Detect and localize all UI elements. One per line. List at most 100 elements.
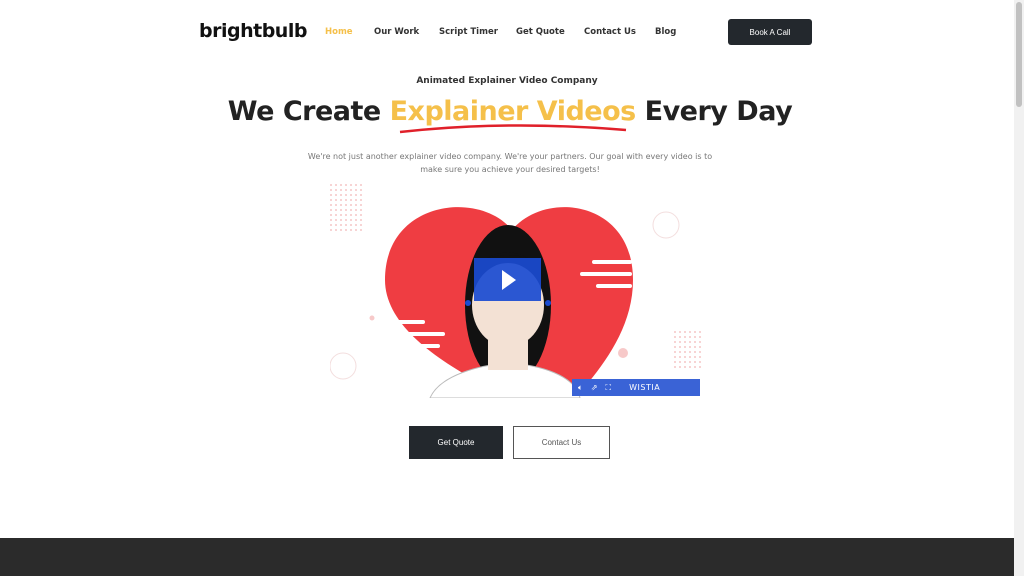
- fullscreen-icon[interactable]: ⛶: [606, 383, 612, 393]
- pattern-dot: [689, 356, 691, 358]
- pattern-dot: [330, 229, 332, 231]
- pattern-dot: [340, 209, 342, 211]
- pattern-dot: [335, 204, 337, 206]
- footer-section: [0, 538, 1014, 576]
- pattern-dot: [679, 346, 681, 348]
- nav-script-timer[interactable]: Script Timer: [439, 27, 498, 37]
- pattern-dot: [684, 346, 686, 348]
- pattern-dot: [345, 229, 347, 231]
- pattern-dot: [684, 366, 686, 368]
- pattern-dot: [679, 361, 681, 363]
- pattern-dot: [689, 341, 691, 343]
- pattern-dot: [340, 199, 342, 201]
- pattern-dot: [330, 184, 332, 186]
- pattern-dot: [699, 356, 701, 358]
- pattern-dot: [674, 346, 676, 348]
- pattern-dot: [684, 356, 686, 358]
- wistia-logo[interactable]: WISTIA: [629, 383, 660, 392]
- nav-contact-us[interactable]: Contact Us: [584, 27, 636, 37]
- pattern-dot: [345, 209, 347, 211]
- nav-our-work[interactable]: Our Work: [374, 27, 419, 37]
- pattern-dot: [355, 214, 357, 216]
- pattern-dot: [360, 204, 362, 206]
- pattern-dot: [694, 356, 696, 358]
- pattern-dot: [694, 346, 696, 348]
- pattern-dot: [674, 331, 676, 333]
- pattern-dot: [684, 361, 686, 363]
- pattern-dot: [689, 336, 691, 338]
- pattern-dot: [350, 219, 352, 221]
- pattern-dot: [674, 336, 676, 338]
- pattern-dot: [355, 224, 357, 226]
- pattern-dot: [345, 189, 347, 191]
- pattern-dot: [684, 351, 686, 353]
- pattern-dot: [684, 336, 686, 338]
- pattern-dot: [350, 194, 352, 196]
- pattern-dot: [694, 341, 696, 343]
- pattern-dot: [335, 209, 337, 211]
- nav-blog[interactable]: Blog: [655, 27, 676, 37]
- pattern-dot: [340, 184, 342, 186]
- scrollbar-thumb[interactable]: [1016, 2, 1022, 107]
- pattern-dot: [360, 214, 362, 216]
- title-pre: We Create: [227, 96, 390, 127]
- pattern-dot: [340, 189, 342, 191]
- pattern-dot: [330, 189, 332, 191]
- video-player[interactable]: [330, 180, 710, 398]
- pattern-dot: [674, 366, 676, 368]
- pattern-dot: [335, 219, 337, 221]
- pattern-dot: [360, 229, 362, 231]
- pattern-dot: [679, 351, 681, 353]
- pattern-dot: [345, 219, 347, 221]
- pattern-dot: [674, 351, 676, 353]
- hero-subtitle: We're not just another explainer video c…: [307, 152, 713, 174]
- pattern-dot: [360, 189, 362, 191]
- pattern-dot: [350, 199, 352, 201]
- pattern-dot: [674, 341, 676, 343]
- get-quote-button[interactable]: Get Quote: [409, 426, 503, 459]
- pattern-dot: [689, 331, 691, 333]
- book-a-call-button[interactable]: Book A Call: [728, 19, 812, 45]
- pattern-dot: [340, 224, 342, 226]
- nav-home[interactable]: Home: [325, 27, 353, 37]
- scrollbar[interactable]: [1014, 0, 1024, 576]
- share-icon[interactable]: ⇗: [591, 383, 598, 392]
- logo[interactable]: brightbulb: [199, 20, 307, 42]
- pattern-dot: [345, 194, 347, 196]
- pattern-dot: [355, 199, 357, 201]
- pattern-dot: [674, 361, 676, 363]
- pattern-dot: [350, 184, 352, 186]
- pattern-dot: [689, 366, 691, 368]
- pattern-dot: [355, 229, 357, 231]
- pattern-dot: [694, 361, 696, 363]
- pattern-dot: [355, 189, 357, 191]
- pattern-dot: [340, 219, 342, 221]
- pattern-dot: [699, 336, 701, 338]
- pattern-dot: [684, 331, 686, 333]
- pattern-dot: [345, 204, 347, 206]
- pattern-dot: [340, 229, 342, 231]
- pattern-dot: [699, 366, 701, 368]
- pattern-dot: [330, 204, 332, 206]
- pattern-dot: [330, 209, 332, 211]
- pattern-dot: [330, 224, 332, 226]
- title-post: Every Day: [635, 96, 793, 127]
- pattern-dot: [679, 336, 681, 338]
- pattern-dot: [330, 199, 332, 201]
- nav-get-quote[interactable]: Get Quote: [516, 27, 565, 37]
- pattern-dot: [355, 209, 357, 211]
- pattern-dot: [684, 341, 686, 343]
- underline-swash: [399, 124, 627, 134]
- volume-icon[interactable]: 🔈︎: [578, 383, 583, 393]
- pattern-dot: [694, 331, 696, 333]
- pattern-dot: [345, 184, 347, 186]
- pattern-dot: [674, 356, 676, 358]
- pattern-dot: [335, 229, 337, 231]
- pattern-dot: [340, 214, 342, 216]
- pattern-dot: [699, 351, 701, 353]
- contact-us-button[interactable]: Contact Us: [513, 426, 610, 459]
- pattern-dot: [330, 214, 332, 216]
- pattern-dot: [679, 356, 681, 358]
- pattern-dot: [340, 194, 342, 196]
- pattern-dot: [689, 346, 691, 348]
